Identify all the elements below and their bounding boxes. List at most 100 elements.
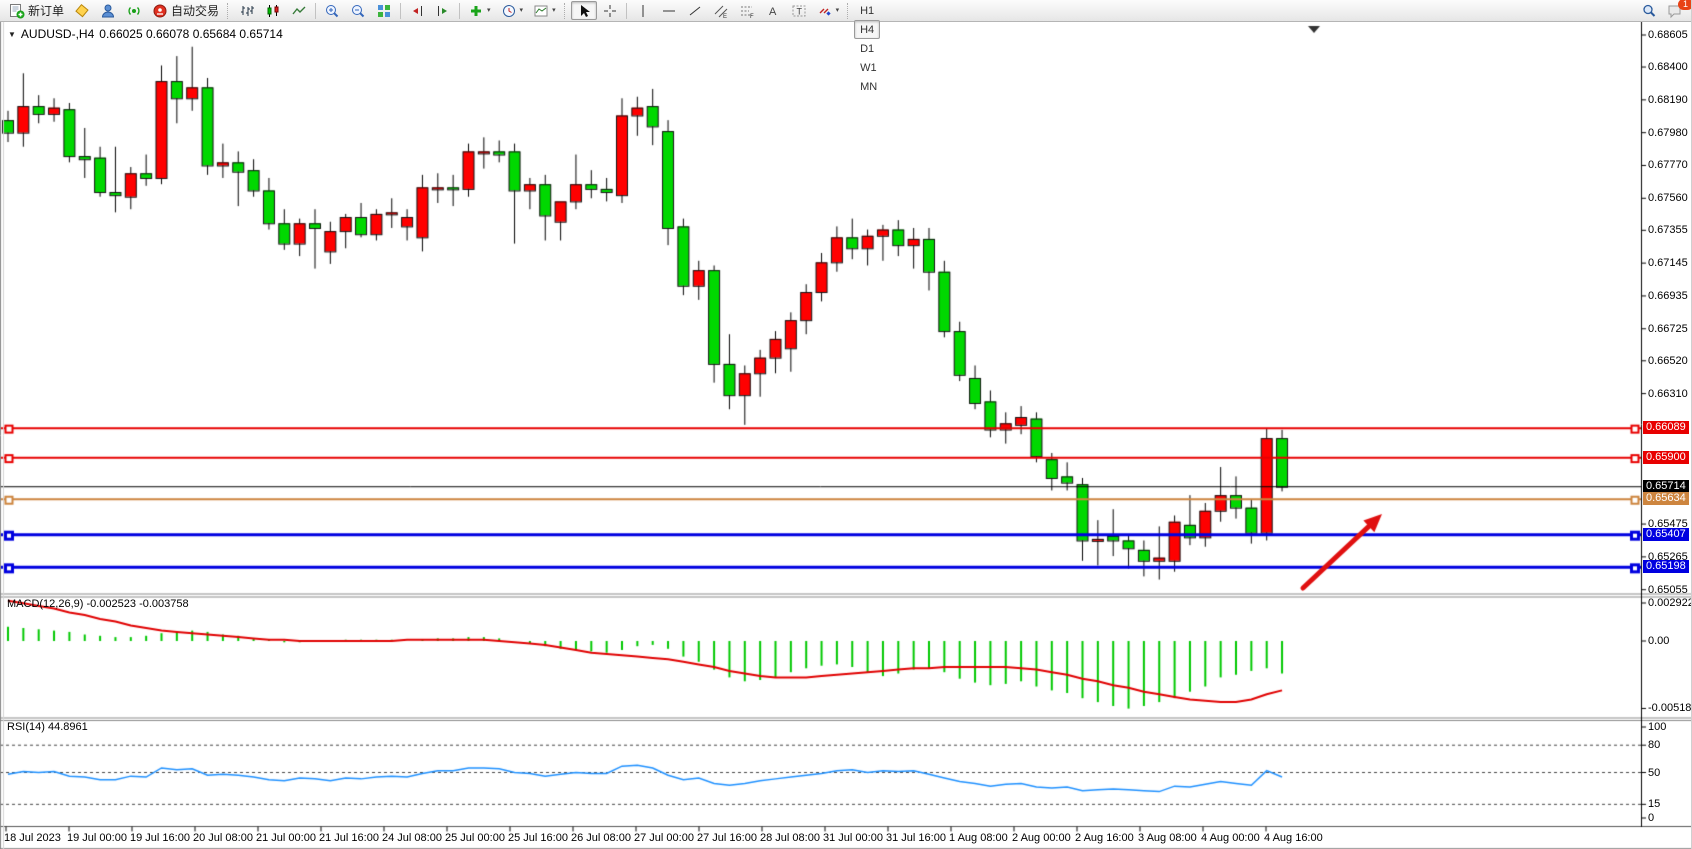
line-chart-button[interactable] [286, 1, 312, 20]
cursor-tool-button[interactable] [571, 1, 597, 20]
line-chart-icon [291, 3, 307, 19]
price-tick-label: 0.66520 [1648, 355, 1688, 367]
hline-price-label[interactable]: 0.65198 [1643, 560, 1689, 573]
tile-windows-button[interactable] [371, 1, 397, 20]
time-axis-label: 18 Jul 2023 [4, 832, 61, 844]
channel-tool-button[interactable]: E [708, 1, 734, 20]
indicators-icon [468, 3, 484, 19]
search-button[interactable] [1636, 1, 1662, 20]
toolbar-separator [626, 3, 627, 19]
signal-icon [126, 3, 142, 19]
notification-badge: 1 [1678, 0, 1692, 10]
fibonacci-tool-button[interactable]: F [734, 1, 760, 20]
zoom-in-button[interactable] [319, 1, 345, 20]
hline-price-label[interactable]: 0.65407 [1643, 528, 1689, 541]
rsi-axis-label: 0 [1648, 812, 1654, 824]
chart-title: ▼ AUDUSD-,H4 0.66025 0.66078 0.65684 0.6… [8, 27, 283, 41]
price-tick-label: 0.67980 [1648, 127, 1688, 139]
mt4-window: 新订单 自动交易 [0, 0, 1692, 849]
person-icon [100, 3, 116, 19]
price-tick-label: 0.66310 [1648, 388, 1688, 400]
periods-button[interactable]: ▾ [496, 1, 529, 20]
text-label-icon: T [791, 3, 807, 19]
community-button[interactable] [95, 1, 121, 20]
macd-axis-label: 0.00 [1648, 635, 1669, 647]
bar-chart-button[interactable] [234, 1, 260, 20]
time-axis-label: 31 Jul 16:00 [886, 832, 946, 844]
new-order-icon [9, 3, 25, 19]
toolbar-grip [564, 3, 568, 19]
text-tool-button[interactable]: A [760, 1, 786, 20]
time-axis-label: 25 Jul 00:00 [445, 832, 505, 844]
timeframe-d1-button[interactable]: D1 [854, 39, 880, 58]
arrows-tool-button[interactable]: ▾ [812, 1, 845, 20]
notifications-button[interactable]: 1 [1662, 1, 1688, 20]
chevron-down-icon: ▾ [520, 7, 524, 14]
label-glyph: T [796, 6, 802, 16]
channel-glyph: E [723, 14, 727, 19]
time-axis-label: 27 Jul 16:00 [697, 832, 757, 844]
chart-canvas[interactable] [0, 22, 1692, 849]
timeframe-w1-button[interactable]: W1 [854, 58, 883, 77]
time-axis-label: 1 Aug 08:00 [949, 832, 1008, 844]
candlestick-button[interactable] [260, 1, 286, 20]
hline-price-label[interactable]: 0.65714 [1643, 480, 1689, 493]
zoom-in-icon [324, 3, 340, 19]
rsi-axis-label: 80 [1648, 739, 1660, 751]
zoom-out-button[interactable] [345, 1, 371, 20]
rsi-axis-label: 15 [1648, 798, 1660, 810]
publish-button[interactable] [69, 1, 95, 20]
text-label-tool-button[interactable]: T [786, 1, 812, 20]
text-glyph: A [769, 6, 777, 18]
macd-axis-label: -0.005189 [1648, 702, 1692, 714]
templates-button[interactable]: ▾ [528, 1, 561, 20]
fibonacci-icon: F [739, 3, 755, 19]
vertical-line-tool-button[interactable] [630, 1, 656, 20]
time-axis-label: 3 Aug 08:00 [1138, 832, 1197, 844]
timeframe-h4-button[interactable]: H4 [854, 20, 880, 39]
price-tick-label: 0.65055 [1648, 584, 1688, 596]
crosshair-tool-button[interactable] [597, 1, 623, 20]
auto-scroll-button[interactable] [404, 1, 430, 20]
cursor-icon [576, 3, 592, 19]
time-axis-label: 19 Jul 00:00 [67, 832, 127, 844]
tag-icon [74, 3, 90, 19]
chart-ohlc-quote: 0.66025 0.66078 0.65684 0.65714 [99, 27, 283, 41]
horizontal-line-tool-button[interactable] [656, 1, 682, 20]
hline-price-label[interactable]: 0.65900 [1643, 451, 1689, 464]
hline-price-label[interactable]: 0.66089 [1643, 421, 1689, 434]
tile-windows-icon [376, 3, 392, 19]
chevron-down-icon: ▾ [552, 7, 556, 14]
horizontal-line-icon [661, 3, 677, 19]
crosshair-icon [602, 3, 618, 19]
trendline-tool-button[interactable] [682, 1, 708, 20]
indicators-button[interactable]: ▾ [463, 1, 496, 20]
timeframe-h1-button[interactable]: H1 [854, 1, 880, 20]
time-axis-label: 19 Jul 16:00 [130, 832, 190, 844]
price-tick-label: 0.66725 [1648, 323, 1688, 335]
signals-button[interactable] [121, 1, 147, 20]
macd-indicator-label: MACD(12,26,9) -0.002523 -0.003758 [7, 598, 189, 610]
price-tick-label: 0.68190 [1648, 94, 1688, 106]
arrows-icon [817, 3, 833, 19]
chart-shift-button[interactable] [430, 1, 456, 20]
hline-price-label[interactable]: 0.65634 [1643, 492, 1689, 505]
chevron-down-icon: ▾ [487, 7, 491, 14]
rsi-indicator-label: RSI(14) 44.8961 [7, 721, 88, 733]
trendline-icon [687, 3, 703, 19]
timeframe-mn-button[interactable]: MN [854, 77, 883, 96]
toolbar: 新订单 自动交易 [0, 0, 1692, 22]
macd-axis-label: 0.002922 [1648, 597, 1692, 609]
toolbar-separator [400, 3, 401, 19]
timeframe-group: M1 M5 M15 M30 H1 H4 D1 W1 MN [854, 0, 887, 96]
fibo-glyph: F [750, 14, 754, 19]
toolbar-separator [315, 3, 316, 19]
symbol-dropdown-icon[interactable]: ▼ [8, 30, 16, 39]
time-axis-label: 28 Jul 08:00 [760, 832, 820, 844]
time-axis-label: 20 Jul 08:00 [193, 832, 253, 844]
time-axis-label: 27 Jul 00:00 [634, 832, 694, 844]
time-axis-label: 2 Aug 00:00 [1012, 832, 1071, 844]
new-order-button[interactable]: 新订单 [4, 1, 69, 20]
autotrade-button[interactable]: 自动交易 [147, 1, 224, 20]
toolbar-grip [227, 3, 231, 19]
